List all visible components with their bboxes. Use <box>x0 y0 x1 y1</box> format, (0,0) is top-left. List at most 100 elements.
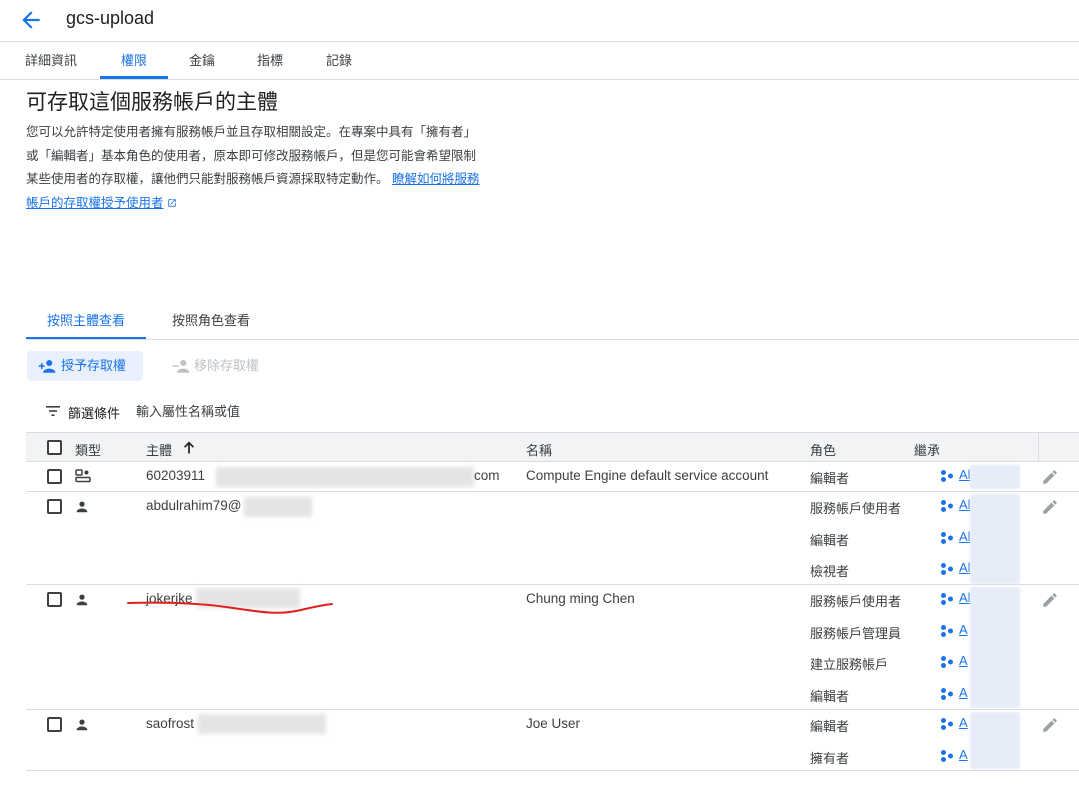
role-label: 檢視者 <box>810 564 850 579</box>
role-label: 服務帳戶管理員 <box>810 626 902 641</box>
organization-icon <box>941 750 953 762</box>
role-label: 編輯者 <box>810 689 850 704</box>
edit-pencil-icon[interactable] <box>1041 468 1059 486</box>
inheritance-name[interactable]: Al <box>959 560 971 575</box>
inheritance-name[interactable]: A <box>959 685 968 700</box>
principal-email-suffix: com <box>474 468 500 483</box>
red-underline-annotation <box>127 601 333 614</box>
role-label: 擁有者 <box>810 751 850 766</box>
redaction-blur <box>970 465 1020 489</box>
inheritance-name[interactable]: A <box>959 747 968 762</box>
section-heading: 可存取這個服務帳戶的主體 <box>26 91 278 114</box>
inheritance-name[interactable]: A <box>959 653 968 668</box>
tab-permissions[interactable]: 權限 <box>100 43 168 79</box>
inheritance-name[interactable]: Al <box>959 529 971 544</box>
remove-person-icon <box>172 360 190 373</box>
role-label: 建立服務帳戶 <box>810 657 889 672</box>
person-icon <box>76 501 88 513</box>
principal-name: Compute Engine default service account <box>526 468 769 483</box>
header-inheritance[interactable]: 繼承 <box>914 440 940 459</box>
organization-icon <box>941 593 953 605</box>
tab-view-by-principal[interactable]: 按照主體查看 <box>26 304 147 339</box>
role-label: 服務帳戶使用者 <box>810 501 902 516</box>
tab-keys[interactable]: 金鑰 <box>176 43 228 79</box>
external-link-icon[interactable] <box>167 198 177 208</box>
header-name[interactable]: 名稱 <box>526 440 552 459</box>
role-label: 服務帳戶使用者 <box>810 594 902 609</box>
redaction-blur <box>970 712 1020 769</box>
sort-ascending-icon[interactable] <box>183 441 195 454</box>
organization-icon <box>941 500 953 512</box>
desc-line-1: 您可以允許特定使用者擁有服務帳戶並且存取相關設定。在專案中具有「擁有者」 <box>26 125 477 139</box>
redaction-blur <box>244 497 312 517</box>
header-principal[interactable]: 主體 <box>146 440 172 459</box>
inheritance-name[interactable]: Al <box>959 497 971 512</box>
redaction-blur <box>216 467 474 487</box>
organization-icon <box>941 563 953 575</box>
principal-email: saofrost <box>146 716 195 731</box>
section-description: 您可以允許特定使用者擁有服務帳戶並且存取相關設定。在專案中具有「擁有者」 或「編… <box>26 121 546 215</box>
row-checkbox[interactable] <box>47 499 62 514</box>
principal-name: Chung ming Chen <box>526 591 635 606</box>
learn-more-link-part2[interactable]: 帳戶的存取權授予使用者 <box>26 196 164 210</box>
row-checkbox[interactable] <box>47 469 62 484</box>
redaction-blur <box>970 494 1020 584</box>
row-checkbox[interactable] <box>47 592 62 607</box>
organization-icon <box>941 470 953 482</box>
top-bar: gcs-upload <box>0 0 1079 42</box>
inheritance-name[interactable]: A <box>959 715 968 730</box>
organization-icon <box>941 656 953 668</box>
header-role[interactable]: 角色 <box>810 440 836 459</box>
grant-access-button[interactable]: 授予存取權 <box>27 351 143 381</box>
desc-line-2: 或「編輯者」基本角色的使用者，原本即可修改服務帳戶，但是您可能會希望限制 <box>26 148 477 163</box>
principal-name: Joe User <box>526 716 581 731</box>
edit-pencil-icon[interactable] <box>1041 716 1059 734</box>
select-all-checkbox[interactable] <box>47 440 62 455</box>
header-type[interactable]: 類型 <box>75 440 101 459</box>
row-checkbox[interactable] <box>47 717 62 732</box>
tab-logs[interactable]: 記錄 <box>313 43 365 79</box>
organization-icon <box>941 532 953 544</box>
service-account-icon <box>75 469 91 483</box>
table-row: saofrost Joe User 編輯者 擁有者 A A <box>26 710 1079 771</box>
organization-icon <box>941 688 953 700</box>
filter-label: 篩選條件 <box>68 406 121 421</box>
tab-view-by-role[interactable]: 按照角色查看 <box>151 304 271 339</box>
grant-access-label: 授予存取權 <box>61 358 127 373</box>
principal-email: 60203911 <box>146 468 206 483</box>
inheritance-name[interactable]: Al <box>959 590 971 605</box>
role-label: 編輯者 <box>810 533 850 548</box>
back-arrow-icon[interactable] <box>18 7 44 33</box>
redaction-blur <box>198 714 326 734</box>
inheritance-name[interactable]: A <box>959 622 968 637</box>
inheritance-name[interactable]: Al <box>959 467 971 482</box>
desc-line-3: 某些使用者的存取權，讓他們只能對服務帳戶資源採取特定動作。 <box>26 172 389 186</box>
filter-input[interactable] <box>136 400 436 422</box>
table-row: 60203911 com Compute Engine default serv… <box>26 462 1079 492</box>
table-row: jokerjke Chung ming Chen 服務帳戶使用者 服務帳戶管理員… <box>26 585 1079 710</box>
tab-bar: 詳細資訊 權限 金鑰 指標 記錄 <box>0 43 1079 80</box>
edit-pencil-icon[interactable] <box>1041 591 1059 609</box>
tab-details[interactable]: 詳細資訊 <box>10 43 92 79</box>
organization-icon <box>941 625 953 637</box>
redaction-blur <box>970 587 1020 708</box>
organization-icon <box>941 718 953 730</box>
edit-pencil-icon[interactable] <box>1041 498 1059 516</box>
remove-access-label: 移除存取權 <box>194 358 260 373</box>
learn-more-link-part1[interactable]: 瞭解如何將服務 <box>392 172 480 186</box>
column-divider <box>1038 433 1039 461</box>
tab-metrics[interactable]: 指標 <box>244 43 296 79</box>
remove-access-button[interactable]: 移除存取權 <box>160 351 280 381</box>
filter-icon[interactable] <box>46 405 60 417</box>
person-icon <box>76 719 88 731</box>
add-person-icon <box>38 360 56 373</box>
page-title: gcs-upload <box>66 8 155 28</box>
table-header: 類型 主體 名稱 角色 繼承 <box>26 432 1079 462</box>
role-label: 編輯者 <box>810 719 850 734</box>
principal-email: abdulrahim79@ <box>146 498 242 513</box>
view-toggle-tabs: 按照主體查看 按照角色查看 <box>26 304 1079 340</box>
filter-bar: 篩選條件 <box>26 398 1079 426</box>
role-label: 編輯者 <box>810 471 850 486</box>
table-row: abdulrahim79@ 服務帳戶使用者 編輯者 檢視者 Al Al Al <box>26 492 1079 585</box>
person-icon <box>76 594 88 606</box>
